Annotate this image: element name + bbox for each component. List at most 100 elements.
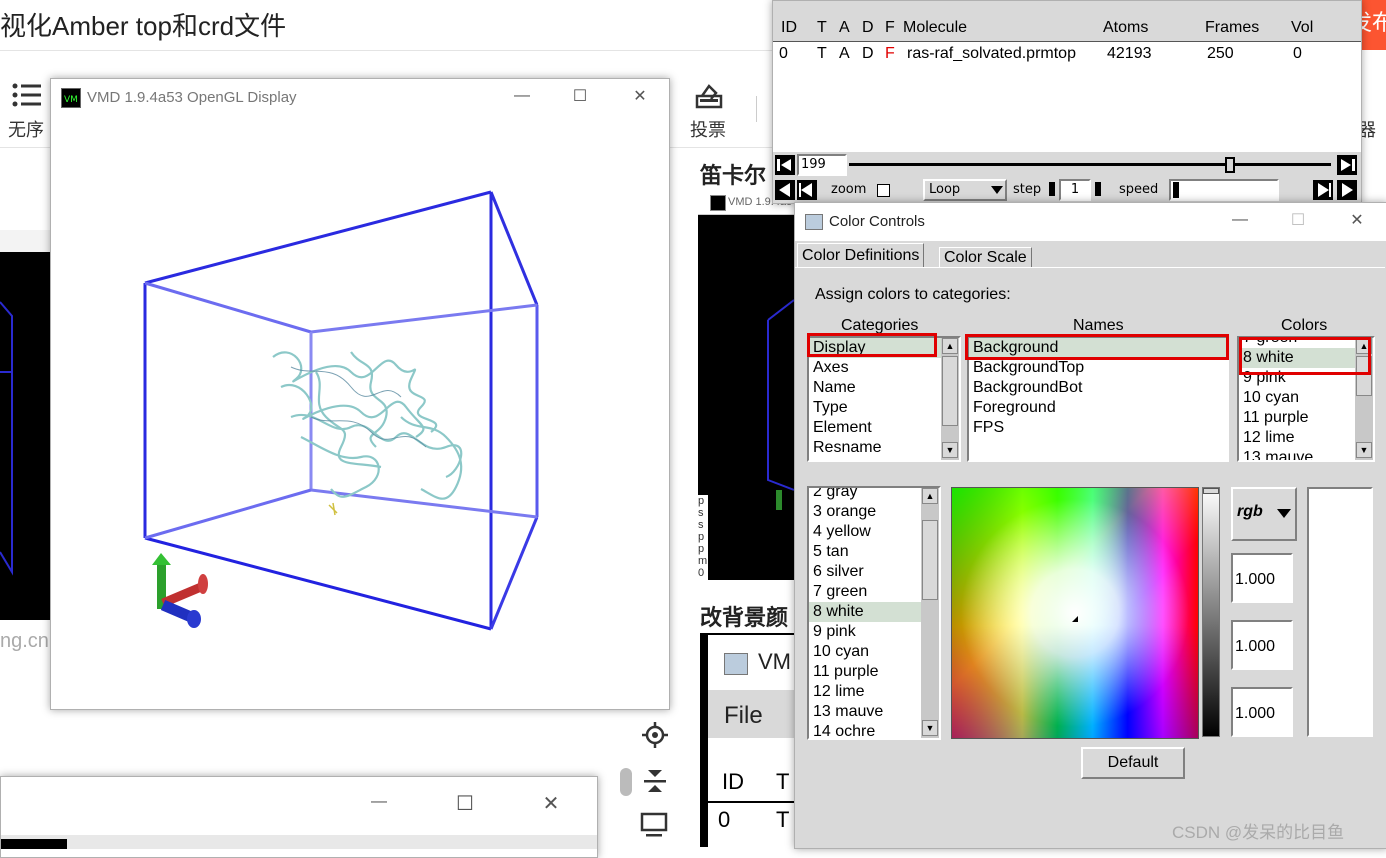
definitions-scroll-up-icon[interactable]: ▲	[922, 488, 938, 504]
def-8-white[interactable]: 8 white	[809, 602, 939, 622]
def-2-gray[interactable]: 2 gray	[809, 488, 939, 502]
row-top[interactable]: T	[817, 45, 827, 63]
cc-close-button[interactable]: ✕	[1342, 210, 1372, 230]
unordered-list-icon[interactable]	[10, 80, 44, 110]
molecule-list[interactable]: 0 T A D F ras-raf_solvated.prmtop 42193 …	[773, 41, 1361, 152]
def-11-purple[interactable]: 11 purple	[809, 662, 939, 682]
green-value-input[interactable]: 1.000	[1231, 620, 1293, 670]
tab-color-definitions[interactable]: Color Definitions	[797, 243, 925, 268]
cc-maximize-button[interactable]: ☐	[1283, 210, 1313, 230]
def-12-lime[interactable]: 12 lime	[809, 682, 939, 702]
name-backgroundbot[interactable]: BackgroundBot	[969, 378, 1227, 398]
frame-input[interactable]: 199	[797, 154, 847, 176]
jump-start-button[interactable]	[775, 155, 795, 175]
color-controls-app-icon	[805, 214, 823, 230]
def-9-pink[interactable]: 9 pink	[809, 622, 939, 642]
color-10-cyan[interactable]: 10 cyan	[1239, 388, 1373, 408]
collapse-icon[interactable]	[642, 768, 668, 794]
categories-scrollbar[interactable]: ▲ ▼	[941, 338, 959, 460]
row-id: 0	[779, 45, 788, 62]
def-10-cyan[interactable]: 10 cyan	[809, 642, 939, 662]
frame-slider-thumb[interactable]	[1225, 157, 1235, 173]
def-6-silver[interactable]: 6 silver	[809, 562, 939, 582]
row-active[interactable]: A	[839, 45, 850, 63]
default-button[interactable]: Default	[1081, 747, 1185, 779]
brightness-slider-thumb[interactable]	[1203, 488, 1219, 494]
header-vol: Vol	[1291, 19, 1314, 36]
name-foreground[interactable]: Foreground	[969, 398, 1227, 418]
csdn-watermark: CSDN @发呆的比目鱼	[1172, 823, 1345, 842]
blue-value-input[interactable]: 1.000	[1231, 687, 1293, 737]
tab-color-scale[interactable]: Color Scale	[939, 247, 1032, 268]
header-t: T	[817, 19, 827, 36]
vmd-main-screenshot: VM File ID T 0 T	[700, 633, 796, 847]
def-5-tan[interactable]: 5 tan	[809, 542, 939, 562]
def-7-green[interactable]: 7 green	[809, 582, 939, 602]
bottom-close-button[interactable]: ✕	[533, 791, 569, 816]
category-axes[interactable]: Axes	[809, 358, 959, 378]
definitions-scroll-down-icon[interactable]: ▼	[922, 720, 938, 736]
opengl-minimize-button[interactable]: —	[507, 87, 537, 105]
row-fixed[interactable]: F	[885, 45, 895, 63]
category-name[interactable]: Name	[809, 378, 959, 398]
play-forward-button[interactable]	[1337, 180, 1357, 200]
row-molecule-name[interactable]: ras-raf_solvated.prmtop	[907, 45, 1076, 63]
article-image-vmd: VMD 1.9.4a5	[698, 190, 794, 580]
bottom-maximize-button[interactable]: ☐	[447, 791, 483, 816]
step-forward-button[interactable]	[1313, 180, 1333, 200]
loop-dropdown[interactable]: Loop	[923, 179, 1007, 201]
category-resname[interactable]: Resname	[809, 438, 959, 458]
step-input[interactable]: 1	[1059, 179, 1091, 201]
colors-scroll-down-icon[interactable]: ▼	[1356, 442, 1372, 458]
color-picker-crosshair-icon	[1072, 609, 1078, 622]
category-type[interactable]: Type	[809, 398, 959, 418]
frame-slider[interactable]	[849, 155, 1331, 175]
jump-end-button[interactable]	[1337, 155, 1357, 175]
def-3-orange[interactable]: 3 orange	[809, 502, 939, 522]
categories-scroll-down-icon[interactable]: ▼	[942, 442, 958, 458]
page-scrollbar-thumb[interactable]	[620, 768, 632, 796]
def-13-mauve[interactable]: 13 mauve	[809, 702, 939, 722]
opengl-display-window: VM VMD 1.9.4a53 OpenGL Display — ☐ ✕	[50, 78, 670, 710]
bottom-minimize-button[interactable]: —	[361, 793, 397, 811]
vmd-file-menu[interactable]: File	[724, 702, 763, 730]
speed-slider-thumb[interactable]	[1173, 182, 1179, 198]
monitor-icon[interactable]	[640, 812, 668, 838]
color-11-purple[interactable]: 11 purple	[1239, 408, 1373, 428]
step-back-button[interactable]	[797, 180, 817, 200]
name-backgroundtop[interactable]: BackgroundTop	[969, 358, 1227, 378]
definitions-scrollbar[interactable]: ▲ ▼	[921, 488, 939, 738]
opengl-close-button[interactable]: ✕	[625, 86, 655, 106]
bottom-window: — ☐ ✕	[0, 776, 598, 858]
zoom-checkbox[interactable]	[877, 184, 890, 197]
opengl-canvas[interactable]	[51, 117, 669, 709]
row-drawn[interactable]: D	[862, 45, 874, 63]
names-header: Names	[1073, 317, 1124, 334]
color-controls-window: Color Controls — ☐ ✕ Color Definitions C…	[794, 202, 1386, 849]
locate-icon[interactable]	[642, 722, 668, 748]
cc-minimize-button[interactable]: —	[1225, 211, 1255, 229]
speed-label: speed	[1119, 182, 1159, 197]
colors-header: Colors	[1281, 317, 1328, 334]
color-13-mauve[interactable]: 13 mauve	[1239, 448, 1373, 460]
color-picker-square[interactable]	[951, 487, 1199, 739]
step-decrement-icon[interactable]	[1049, 182, 1055, 196]
color-definitions-list[interactable]: 2 gray 3 orange 4 yellow 5 tan 6 silver …	[807, 486, 941, 740]
speed-slider[interactable]	[1169, 179, 1279, 201]
title-divider	[0, 50, 780, 51]
article-image-left	[0, 252, 50, 620]
def-14-ochre[interactable]: 14 ochre	[809, 722, 939, 738]
color-12-lime[interactable]: 12 lime	[1239, 428, 1373, 448]
color-mode-dropdown[interactable]: rgb	[1231, 487, 1297, 541]
vote-icon[interactable]	[694, 82, 724, 110]
step-increment-icon[interactable]	[1095, 182, 1101, 196]
name-fps[interactable]: FPS	[969, 418, 1227, 438]
opengl-maximize-button[interactable]: ☐	[565, 86, 595, 106]
red-value-input[interactable]: 1.000	[1231, 553, 1293, 603]
category-element[interactable]: Element	[809, 418, 959, 438]
brightness-slider[interactable]	[1202, 487, 1220, 737]
categories-scroll-up-icon[interactable]: ▲	[942, 338, 958, 354]
play-reverse-button[interactable]	[775, 180, 795, 200]
def-4-yellow[interactable]: 4 yellow	[809, 522, 939, 542]
mode-dropdown-arrow-icon	[1277, 509, 1291, 518]
